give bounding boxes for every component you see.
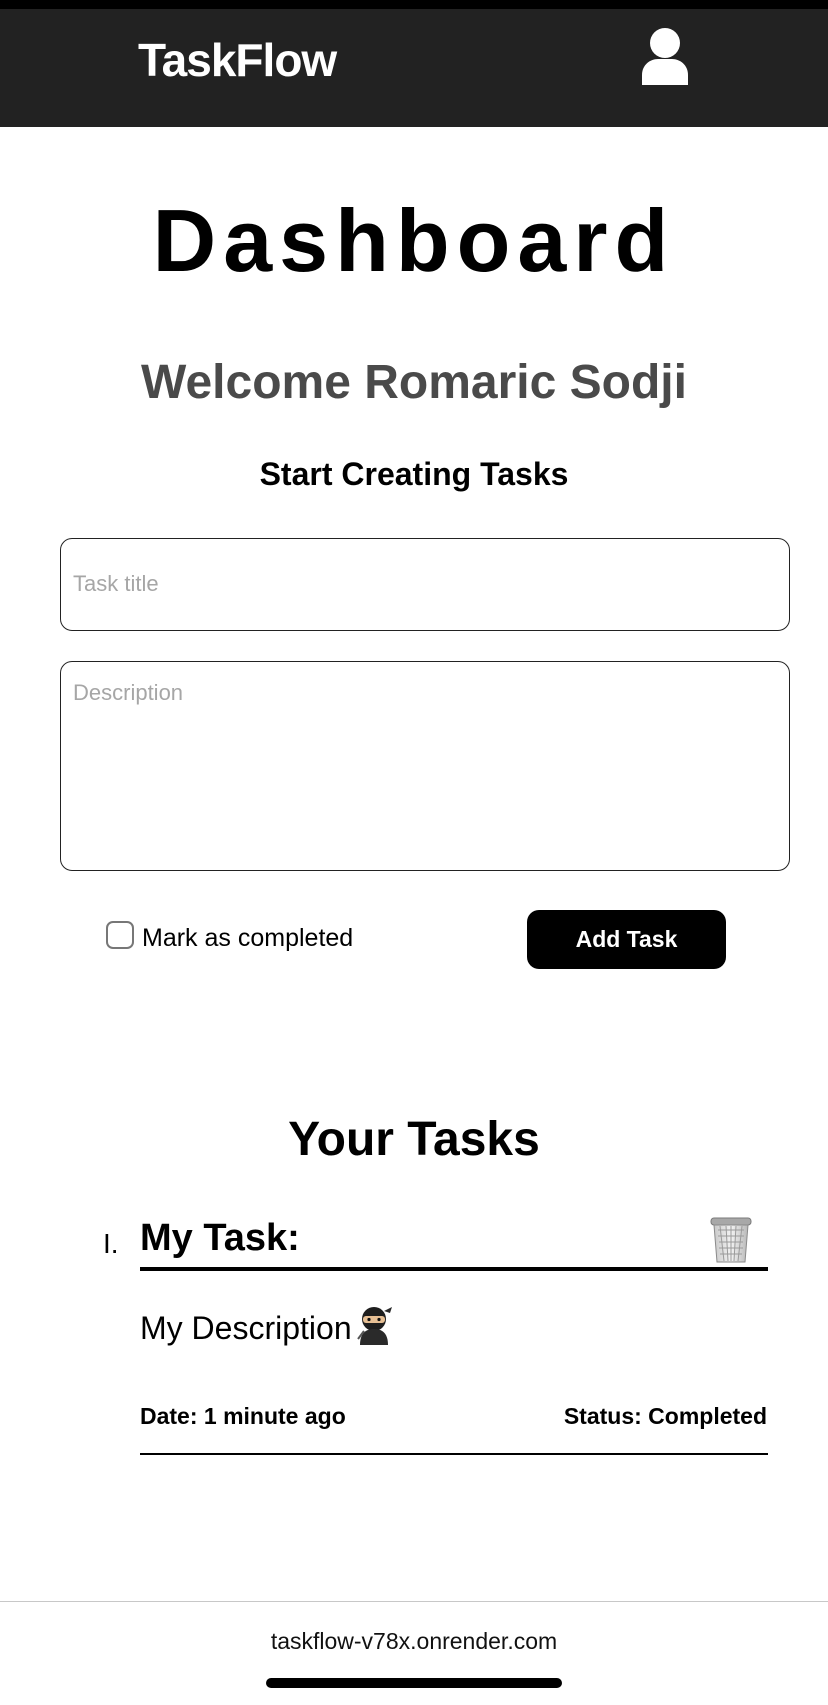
browser-url[interactable]: taskflow-v78x.onrender.com bbox=[0, 1628, 828, 1655]
task-title-input[interactable]: Task title bbox=[60, 538, 790, 631]
task-description-textarea[interactable]: Description bbox=[60, 661, 790, 871]
task-bottom-divider bbox=[140, 1453, 768, 1455]
browser-bar-divider bbox=[0, 1601, 828, 1602]
user-icon[interactable] bbox=[640, 25, 690, 87]
trash-icon[interactable] bbox=[708, 1216, 754, 1264]
task-title: My Task: bbox=[140, 1217, 300, 1259]
tasks-heading: Your Tasks bbox=[288, 1113, 540, 1166]
completed-checkbox-label[interactable]: Mark as completed bbox=[142, 924, 353, 953]
home-indicator[interactable] bbox=[266, 1678, 562, 1688]
task-title-divider bbox=[140, 1267, 768, 1271]
task-description: My Description bbox=[140, 1305, 394, 1347]
welcome-message: Welcome Romaric Sodji bbox=[141, 356, 687, 409]
form-heading: Start Creating Tasks bbox=[259, 456, 569, 492]
task-status: Status: Completed bbox=[563, 1403, 767, 1429]
top-nav-bar: TaskFlow bbox=[0, 0, 828, 127]
page: TaskFlow Dashboard Welcome Romaric Sodji… bbox=[0, 0, 828, 1705]
page-title: Dashboard bbox=[152, 191, 676, 290]
add-task-button[interactable]: Add Task bbox=[527, 910, 726, 969]
ninja-emoji-icon bbox=[354, 1305, 394, 1345]
task-description-text: My Description bbox=[140, 1310, 352, 1346]
task-index: I. bbox=[103, 1228, 119, 1259]
task-date: Date: 1 minute ago bbox=[140, 1403, 346, 1429]
task-description-placeholder: Description bbox=[73, 680, 184, 705]
completed-checkbox[interactable] bbox=[106, 921, 134, 949]
task-title-placeholder: Task title bbox=[73, 571, 159, 596]
brand-logo[interactable]: TaskFlow bbox=[138, 33, 337, 87]
